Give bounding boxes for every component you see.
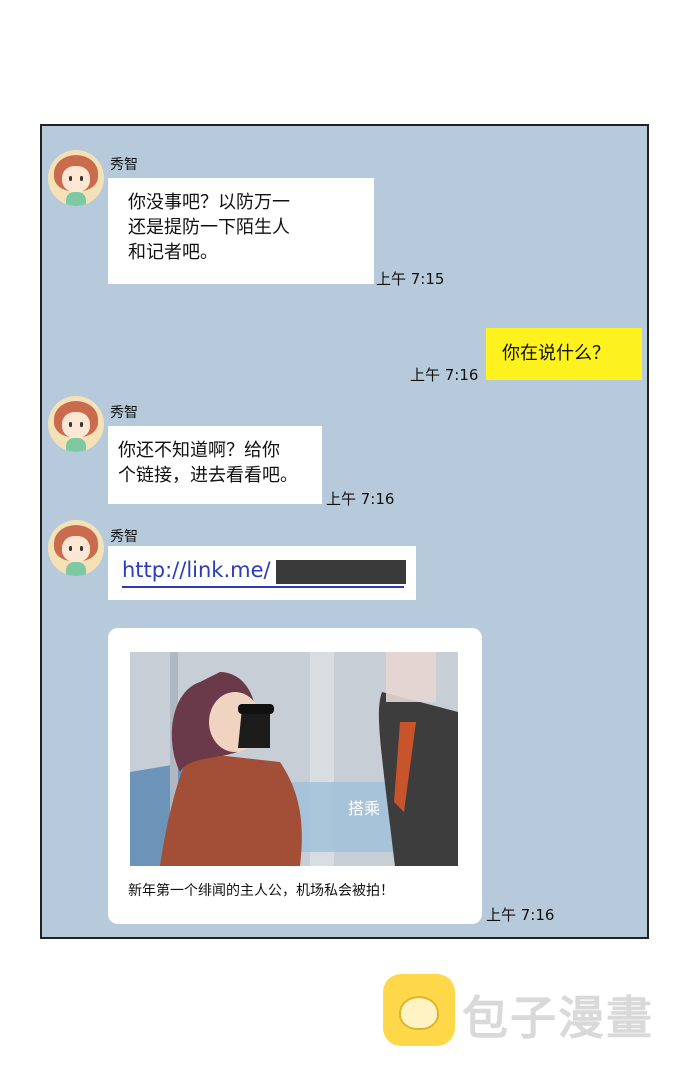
avatar-eye xyxy=(80,422,83,427)
link-bubble[interactable]: http://link.me/ xyxy=(108,546,416,600)
avatar-eye xyxy=(69,546,72,551)
avatar-eye xyxy=(69,422,72,427)
redacted-link-path xyxy=(276,560,406,584)
message-bubble[interactable]: 你还不知道啊？给你 个链接，进去看看吧。 xyxy=(108,426,322,504)
sender-name: 秀智 xyxy=(110,529,138,545)
watermark-text: 包子漫畫 xyxy=(462,991,654,1045)
link-text[interactable]: http://link.me/ xyxy=(122,558,271,582)
watermark-logo-icon xyxy=(383,974,455,1046)
avatar-eye xyxy=(80,546,83,551)
avatar-body xyxy=(66,192,86,206)
avatar-face xyxy=(62,166,90,192)
bun-icon xyxy=(399,996,439,1030)
message-bubble[interactable]: 你没事吧？以防万一 还是提防一下陌生人 和记者吧。 xyxy=(108,178,374,284)
preview-sign-text: 搭乘 xyxy=(348,799,380,818)
avatar-face xyxy=(62,536,90,562)
avatar-body xyxy=(66,562,86,576)
message-time: 上午 7:16 xyxy=(326,490,395,508)
avatar-eye xyxy=(69,176,72,181)
sender-name: 秀智 xyxy=(110,157,138,173)
message-time: 上午 7:16 xyxy=(410,366,479,384)
sender-avatar[interactable] xyxy=(48,396,104,452)
preview-caption: 新年第一个绯闻的主人公，机场私会被拍！ xyxy=(128,883,394,899)
preview-image[interactable]: 搭乘 xyxy=(130,652,458,866)
avatar-body xyxy=(66,438,86,452)
message-time: 上午 7:16 xyxy=(486,906,555,924)
preview-illustration: 搭乘 xyxy=(130,652,458,866)
link-preview-card[interactable]: 搭乘 新年第一个绯闻的主人公，机场私会被拍！ xyxy=(108,628,482,924)
sender-name: 秀智 xyxy=(110,405,138,421)
avatar-face xyxy=(62,412,90,438)
sender-avatar[interactable] xyxy=(48,150,104,206)
link-underline xyxy=(122,586,404,588)
sender-avatar[interactable] xyxy=(48,520,104,576)
avatar-eye xyxy=(80,176,83,181)
my-message-bubble[interactable]: 你在说什么？ xyxy=(486,328,642,380)
message-time: 上午 7:15 xyxy=(376,270,445,288)
